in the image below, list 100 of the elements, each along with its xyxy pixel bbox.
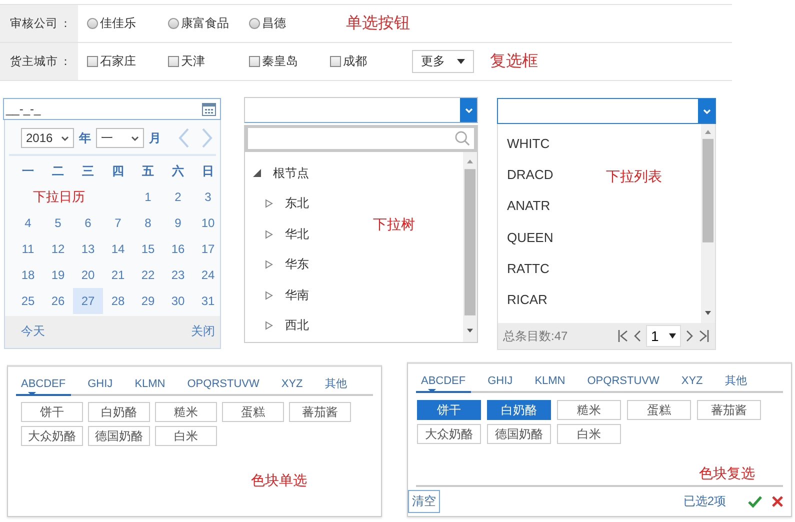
tree-node[interactable]: 西北 [265, 310, 309, 341]
calendar-day[interactable]: 16 [163, 236, 193, 262]
close-link[interactable]: 关闭 [191, 323, 215, 340]
letter-tab[interactable]: OPQRSTUVW [182, 373, 264, 396]
calendar-day[interactable]: 14 [103, 236, 133, 262]
last-page-icon[interactable] [699, 330, 709, 342]
calendar-day[interactable]: 24 [193, 262, 223, 288]
radio-option[interactable]: 佳佳乐 [87, 15, 168, 32]
checkbox-option[interactable]: 秦皇岛 [249, 53, 330, 70]
calendar-day[interactable]: 3 [193, 184, 223, 210]
calendar-day[interactable]: 27 [73, 288, 103, 314]
block-option[interactable]: 大众奶酪 [417, 424, 481, 444]
checkbox-option[interactable]: 成都 [330, 53, 411, 70]
list-item[interactable]: QUEEN [507, 222, 554, 253]
dropdown-button[interactable] [460, 98, 477, 122]
page-select[interactable]: 1 [646, 325, 681, 347]
previous-page-icon[interactable] [633, 330, 641, 342]
letter-tab[interactable]: OPQRSTUVW [582, 370, 664, 393]
calendar-day[interactable]: 13 [73, 236, 103, 262]
calendar-day[interactable]: 20 [73, 262, 103, 288]
year-select[interactable]: 2016 [21, 128, 74, 148]
calendar-day[interactable]: 23 [163, 262, 193, 288]
calendar-day[interactable]: 21 [103, 262, 133, 288]
block-option[interactable]: 蕃茄酱 [697, 400, 761, 420]
letter-tab[interactable]: ABCDEF [416, 370, 471, 393]
dropdown-button[interactable] [698, 99, 715, 123]
scrollbar[interactable] [701, 124, 715, 323]
letter-tab[interactable]: 其他 [320, 373, 352, 396]
calendar-day[interactable]: 28 [103, 288, 133, 314]
date-field[interactable]: __-_-_ [3, 98, 221, 120]
first-page-icon[interactable] [618, 330, 628, 342]
calendar-day[interactable]: 1 [133, 184, 163, 210]
calendar-day[interactable]: 18 [13, 262, 43, 288]
calendar-day[interactable]: 26 [43, 288, 73, 314]
letter-tab[interactable]: GHIJ [482, 370, 518, 393]
block-option[interactable]: 糙米 [557, 400, 621, 420]
calendar-day[interactable]: 30 [163, 288, 193, 314]
list-item[interactable]: RATTC [507, 252, 550, 284]
letter-tab[interactable]: KLMN [130, 373, 170, 396]
block-option[interactable]: 糙米 [155, 402, 217, 422]
letter-tab[interactable]: KLMN [530, 370, 570, 393]
clear-button[interactable]: 清空 [408, 490, 440, 513]
calendar-day[interactable]: 25 [13, 288, 43, 314]
letter-tab[interactable]: XYZ [676, 370, 708, 393]
calendar-day[interactable]: 22 [133, 262, 163, 288]
block-option[interactable]: 白米 [155, 426, 217, 446]
letter-tab[interactable]: ABCDEF [16, 373, 71, 396]
tree-node[interactable]: 华南 [265, 280, 309, 310]
block-option[interactable]: 白奶酪 [88, 402, 150, 422]
calendar-day[interactable]: 11 [13, 236, 43, 262]
calendar-day[interactable]: 5 [43, 210, 73, 236]
block-option[interactable]: 德国奶酪 [487, 424, 551, 444]
block-option[interactable]: 德国奶酪 [88, 426, 150, 446]
block-option[interactable]: 饼干 [417, 400, 481, 420]
list-item[interactable]: ANATR [507, 190, 550, 222]
calendar-day[interactable]: 6 [73, 210, 103, 236]
letter-tab[interactable]: GHIJ [82, 373, 118, 396]
search-field[interactable] [248, 128, 474, 149]
calendar-day[interactable]: 7 [103, 210, 133, 236]
letter-tab[interactable]: XYZ [276, 373, 308, 396]
tree-select-field[interactable] [244, 97, 478, 123]
calendar-day[interactable]: 2 [163, 184, 193, 210]
block-option[interactable]: 蛋糕 [627, 400, 691, 420]
month-select[interactable]: 一 [96, 128, 144, 148]
calendar-day[interactable]: 17 [193, 236, 223, 262]
checkbox-option[interactable]: 石家庄 [87, 53, 168, 70]
list-select-field[interactable] [497, 98, 716, 124]
calendar-day[interactable]: 10 [193, 210, 223, 236]
radio-option[interactable]: 康富食品 [168, 15, 249, 32]
tree-node[interactable]: 东北 [265, 188, 309, 219]
tree-node[interactable]: 华东 [265, 250, 309, 280]
block-option[interactable]: 饼干 [21, 402, 83, 422]
today-link[interactable]: 今天 [21, 323, 45, 340]
calendar-day[interactable]: 29 [133, 288, 163, 314]
calendar-day[interactable]: 12 [43, 236, 73, 262]
checkbox-option[interactable]: 天津 [168, 53, 249, 70]
close-icon[interactable] [772, 496, 783, 507]
radio-option[interactable]: 昌德 [249, 15, 330, 32]
block-option[interactable]: 蕃茄酱 [289, 402, 351, 422]
block-option[interactable]: 蛋糕 [222, 402, 284, 422]
block-option[interactable]: 大众奶酪 [21, 426, 83, 446]
check-icon[interactable] [748, 496, 762, 508]
block-option[interactable]: 白奶酪 [487, 400, 551, 420]
block-option[interactable]: 白米 [557, 424, 621, 444]
more-dropdown[interactable]: 更多 [412, 50, 474, 73]
calendar-day[interactable]: 31 [193, 288, 223, 314]
calendar-day[interactable]: 4 [13, 210, 43, 236]
calendar-day[interactable]: 9 [163, 210, 193, 236]
next-page-icon[interactable] [686, 330, 694, 342]
colon: ： [60, 17, 71, 31]
list-item[interactable]: DRACD [507, 159, 554, 190]
tree-node[interactable]: 根节点 [253, 158, 309, 188]
scrollbar[interactable] [463, 152, 477, 342]
tree-node[interactable]: 华北 [265, 219, 309, 250]
list-item[interactable]: RICAR [507, 284, 548, 316]
list-item[interactable]: WHITC [507, 128, 550, 160]
calendar-day[interactable]: 15 [133, 236, 163, 262]
calendar-day[interactable]: 8 [133, 210, 163, 236]
calendar-day[interactable]: 19 [43, 262, 73, 288]
letter-tab[interactable]: 其他 [720, 370, 752, 393]
